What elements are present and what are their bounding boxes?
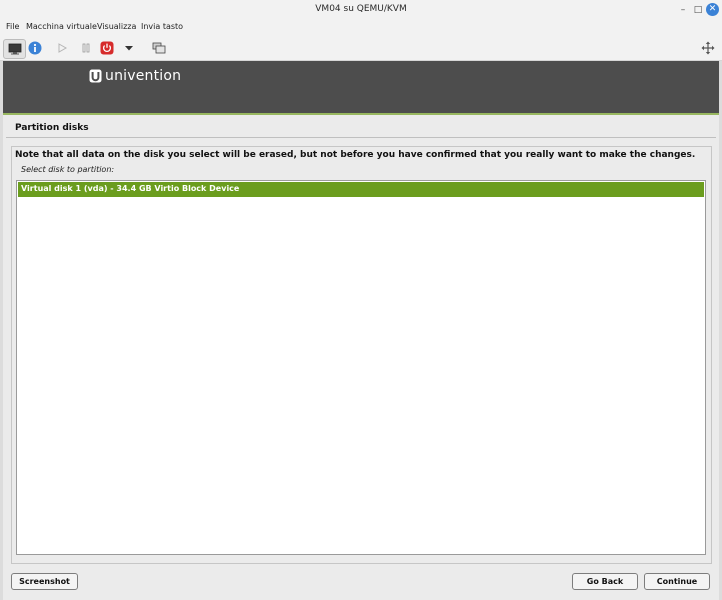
univention-logo: univention [89,68,181,84]
run-button[interactable] [55,39,69,57]
snapshot-icon [152,42,166,54]
console-view-button[interactable] [3,39,26,59]
warning-note: Note that all data on the disk you selec… [15,150,696,160]
heading-divider [6,137,716,138]
window-titlebar[interactable]: VM04 su QEMU/KVM – □ ✕ [0,0,722,20]
fullscreen-button[interactable] [700,39,716,57]
shutdown-button[interactable] [99,39,115,57]
shutdown-menu-button[interactable] [123,39,135,57]
menu-visualizza[interactable]: Visualizza [97,22,136,31]
menu-invia-tasto[interactable]: Invia tasto [141,22,183,31]
play-icon [58,43,67,53]
close-button[interactable]: ✕ [706,3,719,16]
screenshot-button[interactable]: Screenshot [11,573,78,590]
snapshots-button[interactable] [151,39,167,57]
pause-button[interactable] [79,39,93,57]
menubar: File Macchina virtuale Visualizza Invia … [0,20,722,36]
chevron-down-icon [125,46,133,51]
info-icon [28,41,42,55]
logo-text: univention [105,68,182,84]
continue-button[interactable]: Continue [644,573,710,590]
select-disk-prompt: Select disk to partition: [21,165,115,174]
pause-icon [82,43,90,53]
list-item[interactable]: Virtual disk 1 (vda) - 34.4 GB Virtio Bl… [18,182,704,197]
page-title: Partition disks [15,123,89,133]
univention-logo-icon [89,69,102,83]
fullscreen-icon [701,41,715,55]
toolbar [0,36,722,61]
disk-list[interactable]: Virtual disk 1 (vda) - 34.4 GB Virtio Bl… [16,180,706,555]
power-icon [100,41,114,55]
monitor-icon [8,43,21,55]
minimize-button[interactable]: – [676,3,690,17]
installer-banner: univention [3,61,719,115]
go-back-button[interactable]: Go Back [572,573,638,590]
menu-file[interactable]: File [6,22,19,31]
maximize-button[interactable]: □ [691,3,705,17]
window-title: VM04 su QEMU/KVM [315,4,407,14]
menu-macchina-virtuale[interactable]: Macchina virtuale [26,22,97,31]
disk-label: Virtual disk 1 (vda) - 34.4 GB Virtio Bl… [21,184,240,193]
details-view-button[interactable] [27,39,43,57]
